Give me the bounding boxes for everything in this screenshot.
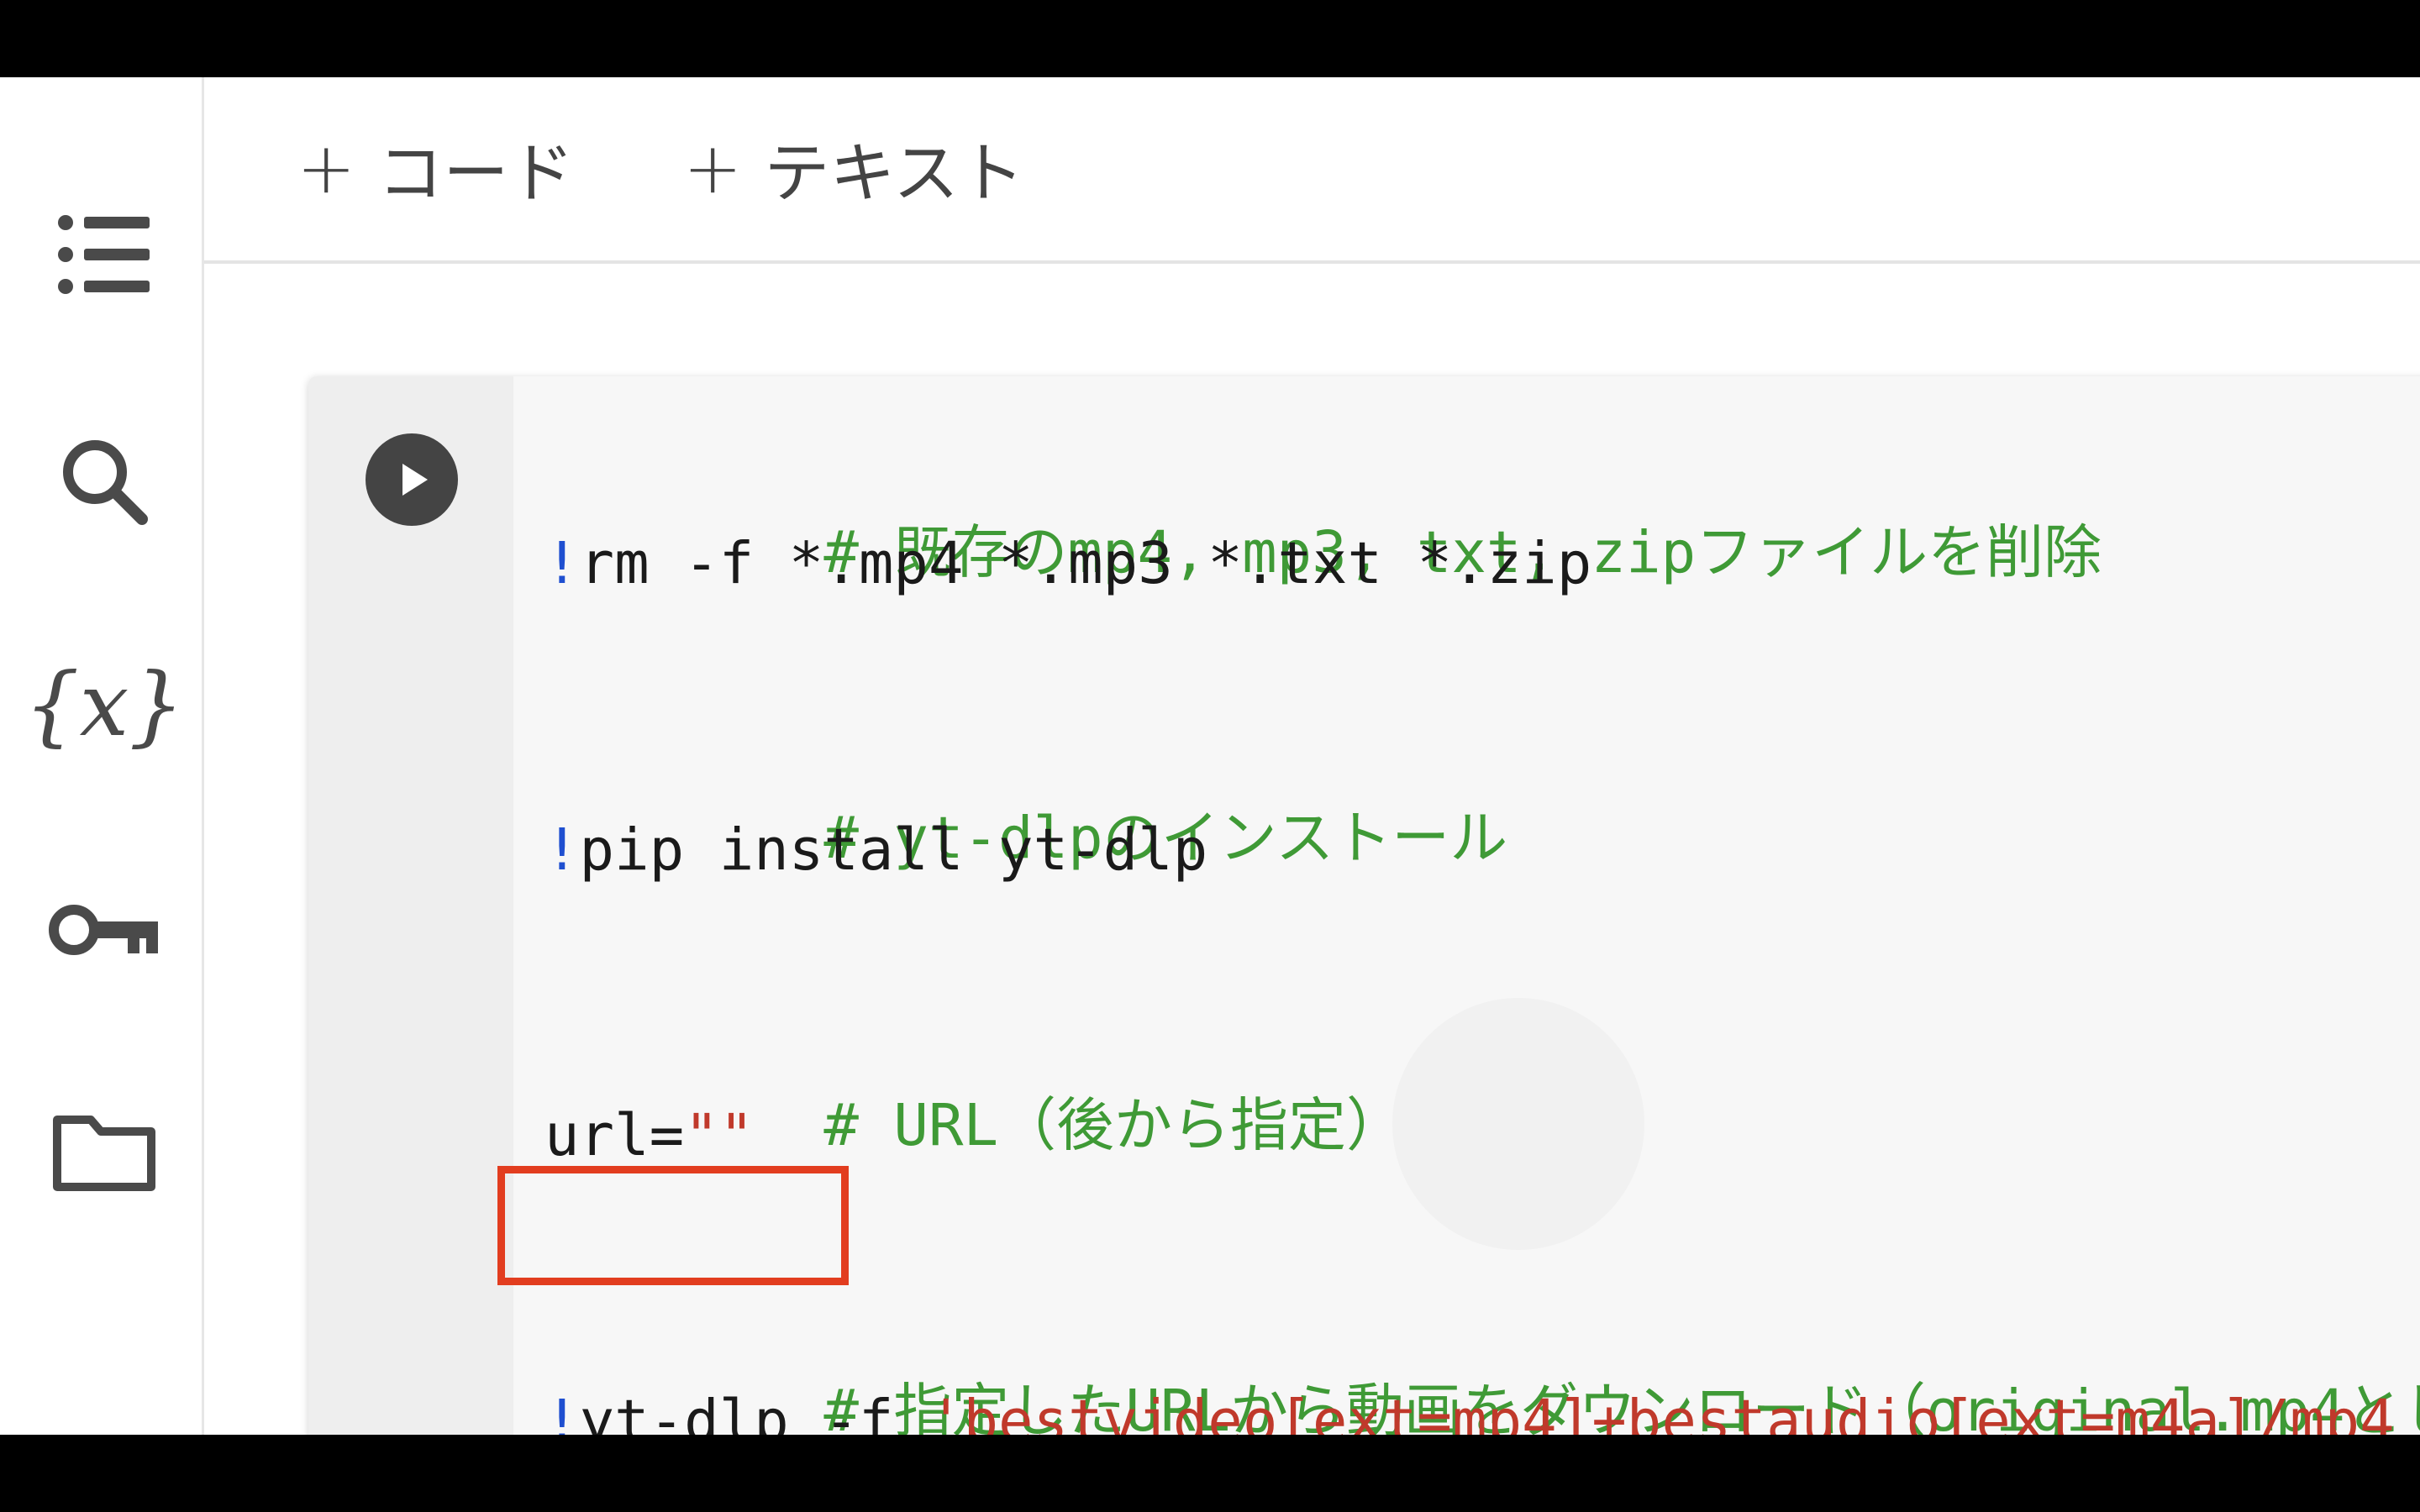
- code-text: rm -f *.mp4 *.mp3 *.txt *.zip: [579, 530, 1592, 597]
- code-line: # 既存のmp4, mp3, txt, zipファイルを削除: [544, 427, 2102, 586]
- code-line: # yt-dlpのインストール: [544, 712, 1507, 872]
- shell-bang: !: [544, 1388, 580, 1435]
- code-comment: # URL（後から指定）: [823, 1092, 1405, 1159]
- add-code-label: コード: [377, 136, 575, 212]
- string-literal: 'bestvideo[ext=mp4]+bestaudio[ext=m4a]/m…: [928, 1388, 2395, 1435]
- cell-gutter: [308, 376, 513, 1435]
- code-line: # URL（後から指定）: [544, 1000, 1404, 1159]
- key-icon[interactable]: [47, 884, 161, 976]
- code-line: url="": [544, 1094, 754, 1178]
- shell-bang: !: [544, 816, 580, 884]
- url-highlight-box: [497, 1166, 849, 1285]
- plus-icon: +: [683, 127, 743, 209]
- add-code-button[interactable]: + コード: [297, 126, 574, 212]
- shell-bang: !: [544, 530, 580, 597]
- code-line: # 指定したURLから動画をダウンロード（original.mp4として: [544, 1285, 2420, 1435]
- variables-icon-glyph: {x}: [24, 654, 185, 756]
- notebook-toolbar: + コード + テキスト: [204, 77, 2420, 264]
- bottom-black-bar: [0, 1435, 2420, 1512]
- play-icon: [402, 464, 428, 496]
- plus-icon: +: [297, 127, 356, 209]
- table-of-contents-icon[interactable]: [47, 208, 161, 301]
- code-text: pip install yt-dlp: [579, 816, 1208, 884]
- variables-icon[interactable]: {x}: [24, 659, 185, 751]
- run-cell-button[interactable]: [366, 433, 458, 526]
- top-black-bar: [0, 0, 2420, 77]
- left-sidebar: {x}: [0, 77, 204, 1435]
- code-line: !yt-dlp -f 'bestvideo[ext=mp4]+bestaudio…: [544, 1379, 2395, 1435]
- code-line: !rm -f *.mp4 *.mp3 *.txt *.zip: [544, 522, 1591, 606]
- string-literal: "": [684, 1102, 755, 1169]
- search-icon[interactable]: [47, 435, 161, 528]
- add-text-button[interactable]: + テキスト: [683, 126, 1024, 212]
- add-text-label: テキスト: [764, 136, 1025, 212]
- code-text: yt-dlp -f: [579, 1388, 929, 1435]
- colab-notebook: {x} + コード + テキスト # 既存のmp4, mp3, txt, zip…: [0, 77, 2420, 1435]
- folder-icon[interactable]: [47, 1105, 161, 1198]
- code-editor[interactable]: # 既存のmp4, mp3, txt, zipファイルを削除 !rm -f *.…: [544, 427, 2420, 1435]
- code-line: !pip install yt-dlp: [544, 808, 1207, 892]
- code-text: url=: [544, 1102, 685, 1169]
